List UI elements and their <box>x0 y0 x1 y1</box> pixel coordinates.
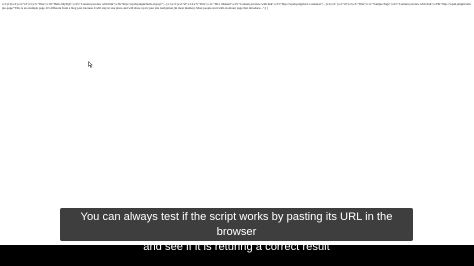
subtitle-line-1: You can always test if the script works … <box>80 210 393 238</box>
mouse-pointer-icon <box>88 61 93 68</box>
raw-php-output: a:3:{i:0;a:3:{s:2:"id";i:5;s:5:"Title";s… <box>2 2 472 10</box>
raw-output-line-3: page that introduce...";}} <box>236 6 268 11</box>
video-subtitle: You can always test if the script works … <box>60 208 413 253</box>
video-frame: a:3:{i:0;a:3:{s:2:"id";i:5;s:5:"Title";s… <box>0 0 474 266</box>
subtitle-line-2: and see if it is returing a correct resu… <box>143 240 330 253</box>
